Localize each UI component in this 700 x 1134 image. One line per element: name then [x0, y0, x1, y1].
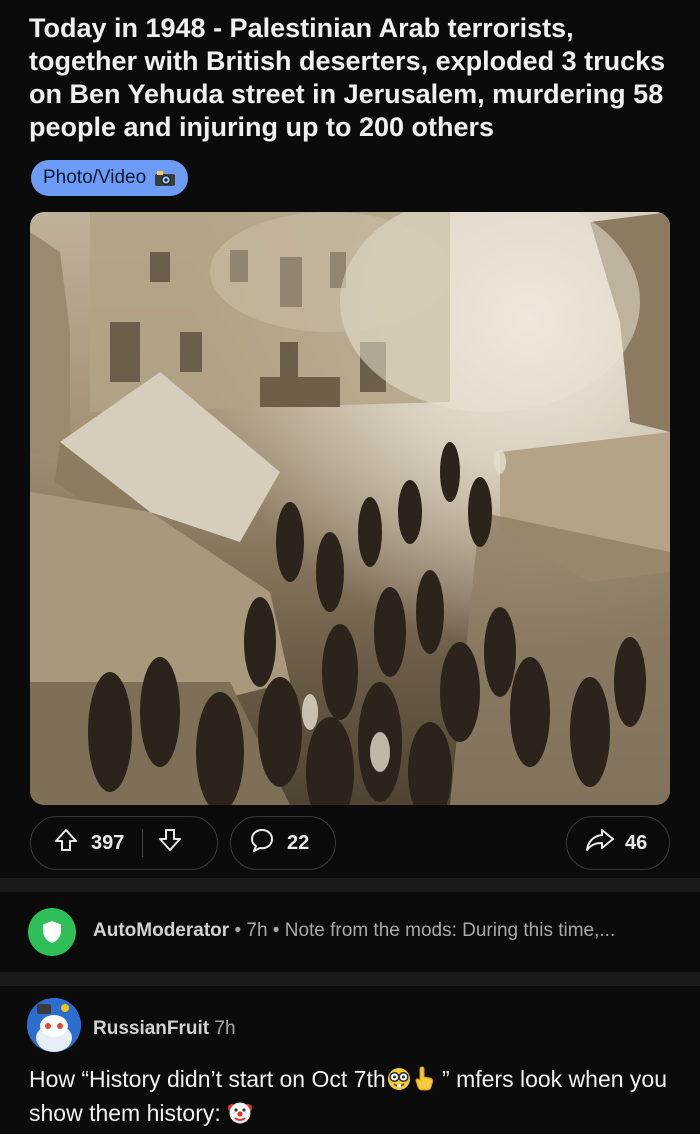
automod-snippet: Note from the mods: During this time,... [284, 920, 616, 941]
automod-username[interactable]: AutoModerator [93, 920, 229, 941]
comment-username[interactable]: RussianFruit [93, 1018, 209, 1039]
flair-label: Photo/Video [43, 167, 147, 188]
share-arrow-icon [585, 827, 615, 859]
camera-flash-icon [154, 170, 176, 187]
section-divider [0, 878, 700, 892]
pointing-finger-emoji [412, 1065, 436, 1098]
automod-avatar[interactable] [28, 908, 76, 956]
comment-time: 7h [214, 1018, 236, 1039]
automod-time: 7h [246, 920, 268, 941]
meta-separator: • [272, 920, 280, 941]
comment-meta: RussianFruit 7h [93, 1018, 236, 1040]
comment-body: How “History didn’t start on Oct 7th ” m… [29, 1064, 669, 1132]
comment-bubble-icon [249, 827, 275, 859]
vote-count: 397 [91, 831, 125, 854]
comment-text-part1: How “History didn’t start on Oct 7th [29, 1066, 386, 1092]
post-flair[interactable]: Photo/Video [31, 160, 189, 196]
section-divider [0, 972, 700, 986]
shield-icon [43, 921, 61, 943]
downvote-arrow-icon[interactable] [157, 827, 183, 859]
vote-control: 397 [30, 816, 218, 870]
avatar[interactable] [27, 998, 81, 1052]
post-title[interactable]: Today in 1948 - Palestinian Arab terrori… [29, 12, 679, 144]
clown-face-emoji [227, 1099, 253, 1132]
share-button[interactable]: 46 [566, 816, 670, 870]
post-action-bar: 397 22 46 [0, 816, 700, 872]
automod-line: AutoModerator • 7h • Note from the mods:… [93, 920, 615, 942]
rubble-photo-illustration [30, 212, 670, 805]
upvote-arrow-icon[interactable] [53, 827, 79, 859]
comments-button[interactable]: 22 [230, 816, 336, 870]
post-image[interactable] [30, 212, 670, 805]
meta-separator: • [234, 920, 242, 941]
nerd-face-emoji [386, 1067, 412, 1098]
share-count: 46 [625, 831, 648, 854]
snoo-avatar-icon [27, 998, 81, 1052]
vote-separator [142, 829, 144, 857]
automod-comment-preview[interactable]: AutoModerator • 7h • Note from the mods:… [0, 892, 700, 972]
comment-count: 22 [287, 831, 310, 854]
comment: RussianFruit 7h How “History didn’t star… [0, 986, 700, 1134]
